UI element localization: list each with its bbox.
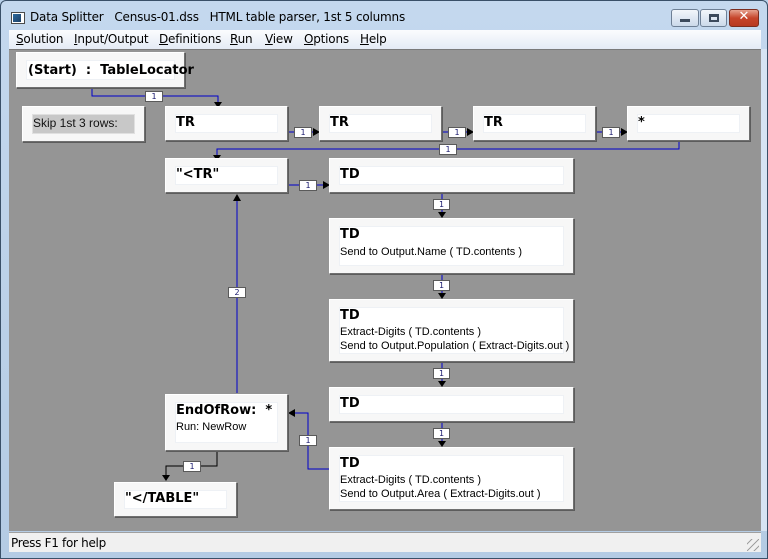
maximize-button[interactable]	[700, 9, 727, 27]
node-td-2[interactable]: TD Send to Output.Name ( TD.contents )	[329, 218, 574, 274]
node-note: Skip 1st 3 rows:	[33, 116, 118, 130]
node-title: TR	[176, 115, 195, 130]
menu-run[interactable]: Run	[230, 32, 253, 46]
menu-label: elp	[368, 32, 387, 46]
menu-accel: V	[265, 32, 273, 46]
resize-grip-icon[interactable]	[747, 539, 759, 551]
node-title: "<TR"	[176, 167, 220, 182]
window-edge	[761, 49, 767, 531]
node-title: TD	[340, 396, 360, 411]
edge-label[interactable]: 1	[145, 91, 163, 102]
menu-label: un	[237, 32, 253, 46]
node-star[interactable]: *	[627, 106, 750, 141]
node-title: TD	[340, 227, 360, 242]
edge-label[interactable]: 1	[183, 461, 201, 472]
window-title: Data Splitter Census-01.dss HTML table p…	[30, 10, 405, 24]
menu-label: efinitions	[168, 32, 222, 46]
edge-label[interactable]: 1	[433, 199, 450, 210]
node-title: TD	[340, 167, 360, 182]
node-title: TD	[340, 456, 360, 471]
node-td-1[interactable]: TD	[329, 158, 574, 193]
app-icon[interactable]	[11, 12, 25, 24]
app-window: Data Splitter Census-01.dss HTML table p…	[0, 0, 768, 559]
node-title: TR	[484, 115, 503, 130]
close-button[interactable]: ✕	[729, 9, 759, 27]
menu-accel: O	[304, 32, 314, 46]
menu-definitions[interactable]: Definitions	[159, 32, 221, 46]
menu-solution[interactable]: Solution	[16, 32, 63, 46]
node-td-4[interactable]: TD	[329, 387, 574, 422]
node-end-of-row[interactable]: EndOfRow: * Run: NewRow	[165, 394, 288, 451]
node-tr-3[interactable]: TR	[473, 106, 596, 141]
edge-label[interactable]: 1	[448, 127, 466, 138]
menu-label: ptions	[313, 32, 349, 46]
menu-input-output[interactable]: Input/Output	[74, 32, 149, 46]
menu-label: iew	[272, 32, 293, 46]
node-tr-1[interactable]: TR	[165, 106, 288, 141]
node-body	[339, 166, 564, 185]
maximize-icon	[709, 14, 719, 22]
node-body	[339, 395, 564, 414]
status-bar: Press F1 for help	[9, 532, 761, 552]
node-action: Extract-Digits ( TD.contents )	[340, 474, 481, 486]
node-action: Extract-Digits ( TD.contents )	[340, 326, 481, 338]
edge-label[interactable]: 1	[602, 127, 620, 138]
status-text: Press F1 for help	[11, 536, 106, 550]
edge-label[interactable]: 1	[433, 368, 450, 379]
menu-label: nput/Output	[77, 32, 149, 46]
node-title: *	[638, 115, 645, 130]
node-open-tr[interactable]: "<TR"	[165, 158, 288, 193]
node-title: (Start) : TableLocator	[28, 63, 194, 78]
edge-label[interactable]: 1	[439, 144, 457, 155]
node-title: "</TABLE"	[125, 491, 200, 506]
menu-accel: D	[159, 32, 169, 46]
menu-accel: R	[230, 32, 238, 46]
minimize-button[interactable]	[671, 9, 699, 27]
node-body	[637, 114, 740, 133]
node-start[interactable]: (Start) : TableLocator	[16, 52, 194, 88]
node-title: TR	[330, 115, 349, 130]
menu-label: olution	[23, 32, 64, 46]
edge-label[interactable]: 1	[299, 180, 317, 191]
node-skip-note[interactable]: Skip 1st 3 rows:	[22, 106, 145, 142]
node-action: Send to Output.Population ( Extract-Digi…	[340, 340, 570, 352]
title-bar[interactable]: Data Splitter Census-01.dss HTML table p…	[1, 1, 767, 29]
node-title: EndOfRow: *	[176, 403, 273, 418]
close-icon: ✕	[738, 9, 750, 24]
edge-label[interactable]: 1	[433, 428, 450, 439]
node-close-table[interactable]: "</TABLE"	[114, 482, 237, 517]
node-action: Send to Output.Name ( TD.contents )	[340, 246, 522, 258]
node-action: Send to Output.Area ( Extract-Digits.out…	[340, 488, 541, 500]
node-td-3[interactable]: TD Extract-Digits ( TD.contents ) Send t…	[329, 299, 574, 362]
node-tr-2[interactable]: TR	[319, 106, 442, 141]
menu-accel: H	[360, 32, 369, 46]
node-action: Run: NewRow	[176, 421, 247, 433]
menu-view[interactable]: View	[265, 32, 293, 46]
edge-label[interactable]: 1	[294, 127, 312, 138]
node-td-5[interactable]: TD Extract-Digits ( TD.contents ) Send t…	[329, 447, 574, 510]
node-title: TD	[340, 308, 360, 323]
minimize-icon	[680, 19, 690, 22]
menu-bar: Solution Input/Output Definitions Run Vi…	[9, 30, 761, 49]
edge-label[interactable]: 1	[433, 280, 450, 291]
menu-help[interactable]: Help	[360, 32, 387, 46]
edge-label[interactable]: 1	[299, 435, 317, 446]
menu-options[interactable]: Options	[304, 32, 349, 46]
edge-label[interactable]: 2	[228, 287, 246, 298]
